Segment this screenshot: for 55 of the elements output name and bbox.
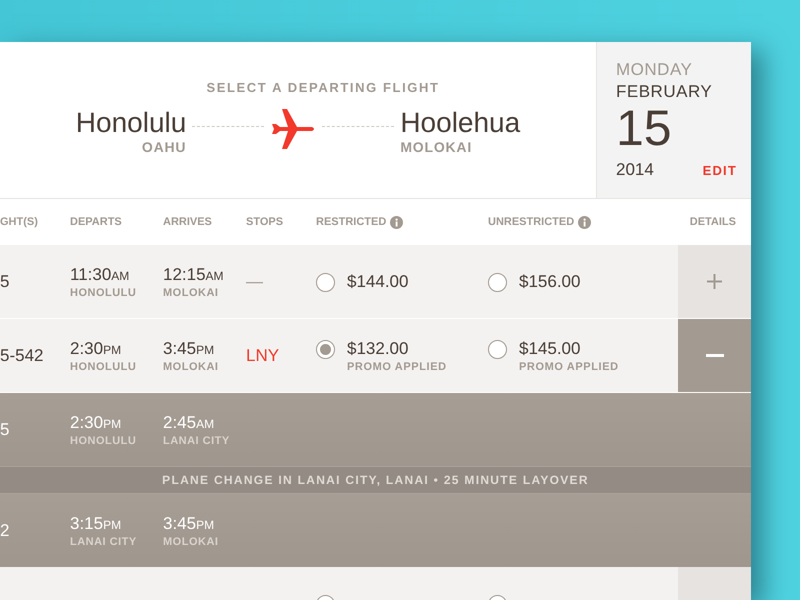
column-header: GHT(S) xyxy=(0,216,38,228)
plus-icon xyxy=(707,274,722,289)
flight-number: 5 xyxy=(0,272,10,292)
fare-price: $144.00 xyxy=(347,272,408,292)
fare-radio[interactable] xyxy=(316,272,335,292)
time: 2:45AM xyxy=(163,412,216,432)
time: 12:15AM xyxy=(163,264,225,284)
weekday: MONDAY xyxy=(616,60,694,80)
layover-banner: PLANE CHANGE IN LANAI CITY, LANAI • 25 MINUTE LAYOVER xyxy=(0,466,751,494)
day: 15 xyxy=(616,102,737,154)
column-header: ARRIVES xyxy=(163,216,212,228)
stops: — xyxy=(246,272,264,292)
time: 11:30AM xyxy=(70,264,130,284)
route-title: SELECT A DEPARTING FLIGHT xyxy=(206,80,440,95)
place-name: HONOLULU xyxy=(70,434,138,446)
flight-number: 5-542 xyxy=(0,346,44,366)
fare-radio[interactable] xyxy=(488,340,507,358)
column-header: DEPARTS xyxy=(70,216,122,228)
origin-island: OAHU xyxy=(142,139,186,155)
edit-link[interactable]: EDIT xyxy=(702,162,737,178)
column-header: RESTRICTED xyxy=(316,216,386,228)
fare-radio[interactable] xyxy=(316,340,335,358)
time: 2:30PM xyxy=(70,338,122,358)
column-header: STOPS xyxy=(246,216,284,228)
time: 3:45PM xyxy=(163,514,216,534)
info-icon[interactable] xyxy=(578,216,592,228)
origin-city: Honolulu xyxy=(76,107,186,139)
place-name: HONOLULU xyxy=(70,360,138,372)
month: FEBRUARY xyxy=(616,82,714,102)
column-header: DETAILS xyxy=(690,216,736,228)
fare-price: $132.00 xyxy=(347,338,410,358)
place-name: HONOLULU xyxy=(70,286,138,298)
stops: LNY xyxy=(246,346,280,366)
fare-radio[interactable] xyxy=(488,272,507,292)
time: 2:30PM xyxy=(70,412,122,432)
column-header: UNRESTRICTED xyxy=(488,216,574,228)
year: 2014 xyxy=(616,160,654,180)
flight-number: 5 xyxy=(0,420,10,440)
place-name: MOLOKAI xyxy=(163,536,220,548)
place-name: LANAI CITY xyxy=(70,536,138,548)
minus-icon xyxy=(706,354,724,357)
fare-price: $156.00 xyxy=(519,272,580,292)
place-name: MOLOKAI xyxy=(163,286,220,298)
fare-price: $145.00 xyxy=(519,338,582,358)
airplane-icon xyxy=(270,107,316,151)
place-name: MOLOKAI xyxy=(163,360,220,372)
info-icon[interactable] xyxy=(390,216,404,228)
destination-island: MOLOKAI xyxy=(400,139,472,155)
time: 3:45PM xyxy=(163,338,216,358)
flight-number: 2 xyxy=(0,520,10,540)
destination-city: Hoolehua xyxy=(400,107,520,139)
promo-note: PROMO APPLIED xyxy=(519,360,619,372)
promo-note: PROMO APPLIED xyxy=(347,360,447,372)
place-name: LANAI CITY xyxy=(163,434,231,446)
time: 3:15PM xyxy=(70,514,122,534)
